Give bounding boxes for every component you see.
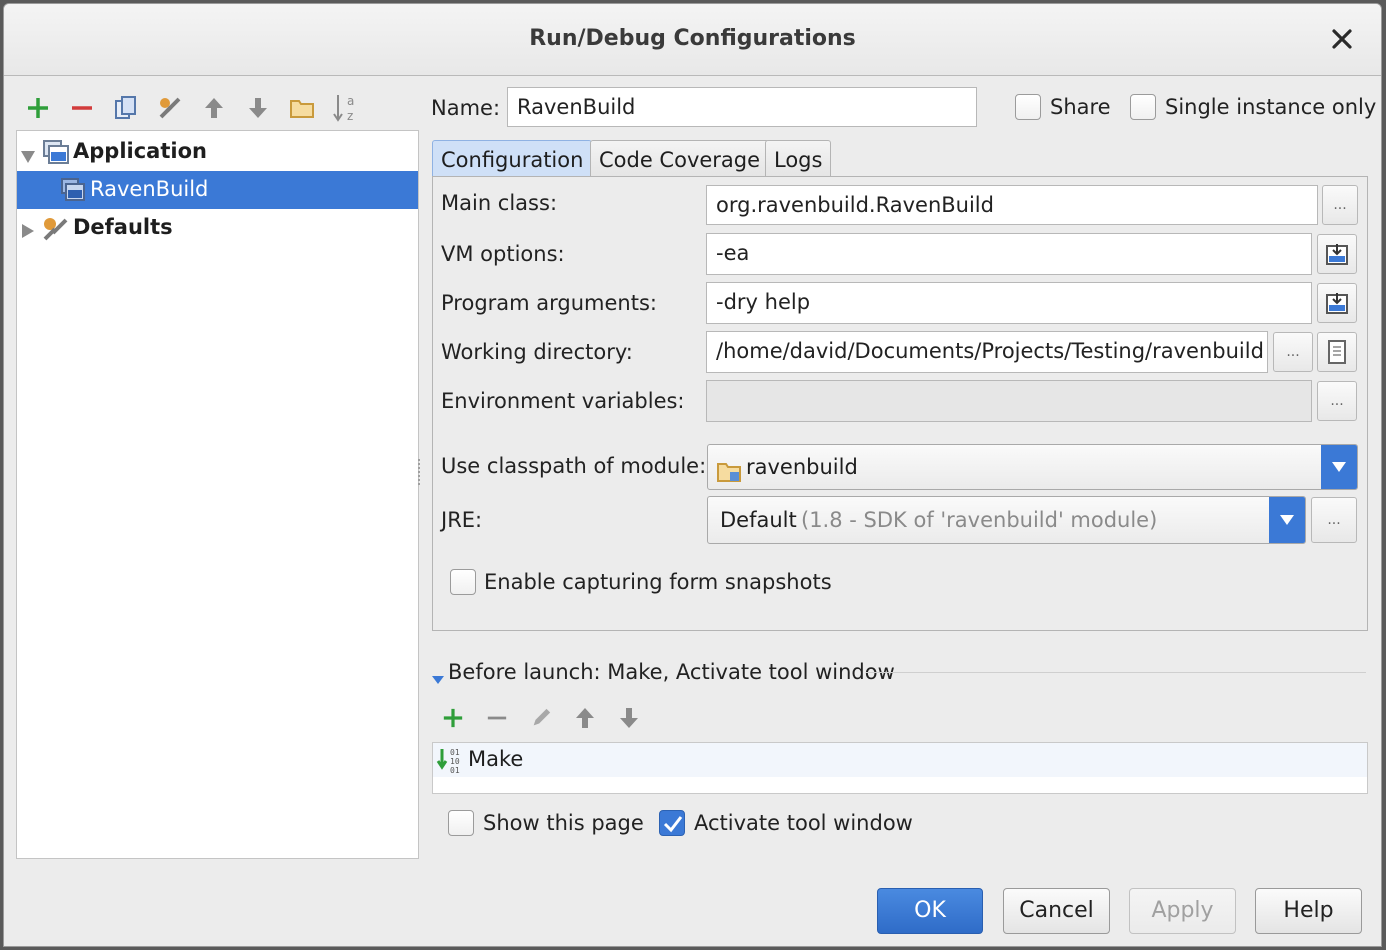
divider (866, 672, 1366, 673)
remove-task-icon[interactable] (483, 704, 511, 732)
help-button[interactable]: Help (1255, 888, 1362, 934)
splitter-handle[interactable] (418, 459, 422, 485)
application-icon (61, 178, 85, 207)
collapse-triangle-icon[interactable] (431, 666, 445, 690)
classpath-module-value: ravenbuild (746, 455, 858, 479)
cancel-button[interactable]: Cancel (1003, 888, 1110, 934)
vm-options-input[interactable]: -ea (706, 233, 1312, 275)
show-page-label: Show this page (483, 811, 644, 835)
before-launch-header[interactable]: Before launch: Make, Activate tool windo… (448, 660, 895, 684)
move-up-icon[interactable] (200, 94, 228, 122)
main-class-input[interactable]: org.ravenbuild.RavenBuild (706, 185, 1318, 225)
env-vars-input[interactable] (706, 380, 1312, 422)
move-task-up-icon[interactable] (571, 704, 599, 732)
tree-item-application[interactable]: Application (17, 133, 418, 171)
single-instance-checkbox[interactable] (1130, 94, 1156, 120)
classpath-label: Use classpath of module: (441, 454, 707, 478)
tab-logs[interactable]: Logs (765, 140, 832, 178)
module-folder-icon (716, 455, 742, 489)
checkmark-icon (663, 816, 683, 833)
remove-icon[interactable] (68, 94, 96, 122)
copy-icon[interactable] (112, 94, 140, 122)
dialog-title: Run/Debug Configurations (529, 26, 856, 51)
add-task-icon[interactable] (439, 704, 467, 732)
env-vars-browse-button[interactable]: ... (1317, 381, 1357, 421)
expand-arrow-icon[interactable] (20, 145, 36, 169)
svg-text:a: a (347, 94, 354, 108)
tab-configuration[interactable]: Configuration (432, 140, 593, 178)
tree-item-defaults[interactable]: Defaults (17, 209, 418, 247)
move-down-icon[interactable] (244, 94, 272, 122)
tree-item-label: RavenBuild (90, 177, 209, 201)
single-instance-label: Single instance only (1165, 95, 1377, 119)
share-checkbox[interactable] (1015, 94, 1041, 120)
jre-select[interactable]: Default (1.8 - SDK of 'ravenbuild' modul… (707, 496, 1306, 544)
activate-tool-checkbox[interactable] (659, 810, 685, 836)
name-label: Name: (431, 96, 501, 120)
main-class-label: Main class: (441, 191, 558, 215)
chevron-down-icon[interactable] (1269, 497, 1305, 543)
run-debug-dialog: Run/Debug Configurations az Application … (3, 3, 1382, 947)
snapshots-checkbox[interactable] (450, 569, 476, 595)
application-icon (43, 140, 69, 169)
jre-browse-button[interactable]: ... (1311, 497, 1357, 543)
before-launch-list[interactable]: 01 10 01 Make (432, 742, 1368, 794)
task-label: Make (468, 747, 524, 771)
tree-item-label: Defaults (73, 215, 173, 239)
svg-text:01: 01 (450, 766, 460, 775)
vm-options-expand-icon[interactable] (1317, 234, 1357, 274)
working-dir-label: Working directory: (441, 340, 633, 364)
ok-button[interactable]: OK (877, 888, 983, 934)
edit-defaults-icon[interactable] (156, 94, 184, 122)
classpath-module-select[interactable]: ravenbuild (707, 444, 1358, 490)
svg-text:10: 10 (450, 757, 460, 766)
svg-text:z: z (347, 109, 353, 123)
jre-value: Default (720, 508, 797, 532)
collapse-arrow-icon[interactable] (21, 220, 35, 244)
macro-icon[interactable] (1317, 332, 1357, 372)
list-item[interactable]: 01 10 01 Make (433, 743, 1367, 777)
make-icon: 01 10 01 (436, 747, 464, 780)
edit-task-icon[interactable] (527, 704, 555, 732)
title-bar: Run/Debug Configurations (4, 4, 1381, 76)
apply-button[interactable]: Apply (1129, 888, 1236, 934)
add-icon[interactable] (24, 94, 52, 122)
sort-icon[interactable]: az (332, 94, 360, 123)
svg-text:01: 01 (450, 748, 460, 757)
jre-detail: (1.8 - SDK of 'ravenbuild' module) (801, 508, 1158, 532)
tab-code-coverage[interactable]: Code Coverage (590, 140, 770, 178)
snapshots-label: Enable capturing form snapshots (484, 570, 832, 594)
share-label: Share (1050, 95, 1111, 119)
move-task-down-icon[interactable] (615, 704, 643, 732)
env-vars-label: Environment variables: (441, 389, 685, 413)
wrench-icon (41, 215, 69, 246)
chevron-down-icon[interactable] (1321, 445, 1357, 489)
main-class-browse-button[interactable]: ... (1322, 185, 1358, 225)
folder-icon[interactable] (288, 94, 316, 122)
name-input[interactable]: RavenBuild (507, 87, 977, 127)
close-icon[interactable] (1329, 26, 1355, 52)
working-dir-input[interactable]: /home/david/Documents/Projects/Testing/r… (706, 331, 1268, 373)
program-args-expand-icon[interactable] (1317, 283, 1357, 323)
activate-tool-label: Activate tool window (694, 811, 913, 835)
program-args-label: Program arguments: (441, 291, 657, 315)
vm-options-label: VM options: (441, 242, 565, 266)
working-dir-browse-button[interactable]: ... (1273, 332, 1313, 372)
tree-item-ravenbuild[interactable]: RavenBuild (17, 171, 418, 209)
config-tree[interactable]: Application RavenBuild Defaults (16, 130, 419, 859)
show-page-checkbox[interactable] (448, 810, 474, 836)
jre-label: JRE: (441, 508, 483, 532)
program-args-input[interactable]: -dry help (706, 282, 1312, 324)
tree-item-label: Application (73, 139, 207, 163)
